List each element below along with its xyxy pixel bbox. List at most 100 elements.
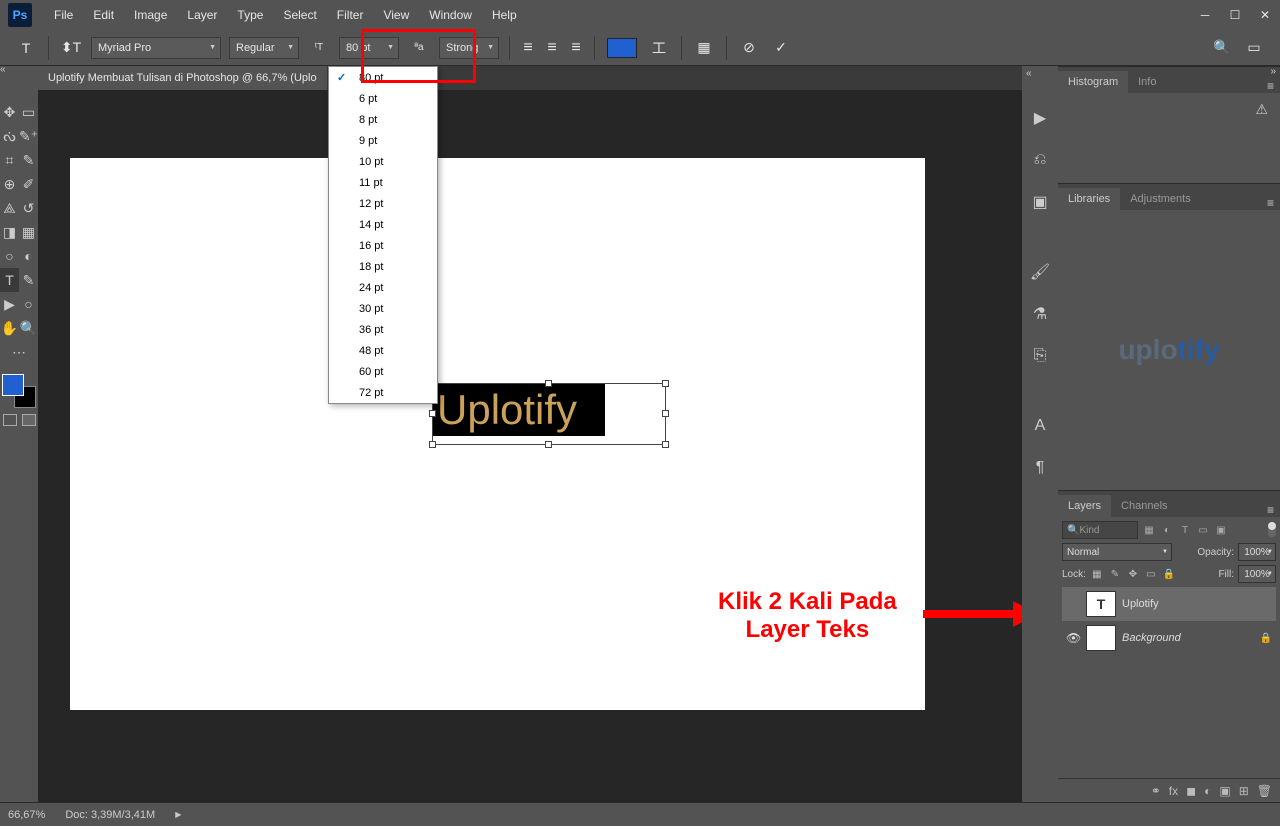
menu-edit[interactable]: Edit	[83, 8, 124, 22]
layer-style-icon[interactable]: fx	[1169, 784, 1178, 798]
play-icon[interactable]: ▶	[1027, 105, 1053, 131]
panel-menu-icon[interactable]: ≡	[1261, 196, 1280, 210]
move-tool[interactable]: ✥	[0, 100, 19, 124]
history-icon[interactable]: ⎌	[1027, 147, 1053, 173]
cancel-button[interactable]: ⊘	[737, 36, 761, 60]
size-option-30[interactable]: 30 pt	[329, 298, 437, 319]
quick-mask-on[interactable]	[22, 414, 36, 426]
clone-source-icon[interactable]: ⎘	[1027, 343, 1053, 369]
size-option-8[interactable]: 8 pt	[329, 109, 437, 130]
document-size[interactable]: Doc: 3,39M/3,41M	[65, 809, 155, 821]
layer-thumbnail[interactable]: T	[1086, 591, 1116, 617]
menu-help[interactable]: Help	[482, 8, 527, 22]
size-option-10[interactable]: 10 pt	[329, 151, 437, 172]
menu-layer[interactable]: Layer	[177, 8, 227, 22]
size-option-11[interactable]: 11 pt	[329, 172, 437, 193]
maximize-button[interactable]: ☐	[1220, 5, 1250, 25]
lasso-tool[interactable]: ᔔ	[0, 124, 19, 148]
font-family-dropdown[interactable]: Myriad Pro	[91, 37, 221, 59]
size-option-24[interactable]: 24 pt	[329, 277, 437, 298]
search-button[interactable]: 🔍	[1210, 36, 1234, 60]
blur-tool[interactable]: ○	[0, 244, 19, 268]
size-option-72[interactable]: 72 pt	[329, 382, 437, 403]
new-layer-icon[interactable]: ⊞	[1239, 784, 1249, 798]
healing-tool[interactable]: ⊕	[0, 172, 19, 196]
align-left-button[interactable]: ≡	[517, 37, 539, 59]
layer-item-background[interactable]: 👁 Background 🔒	[1062, 621, 1276, 655]
device-preview-icon[interactable]: ▣	[1027, 189, 1053, 215]
blend-mode-dropdown[interactable]: Normal	[1062, 543, 1172, 561]
font-size-dropdown[interactable]: 80 pt	[339, 37, 399, 59]
tab-adjustments[interactable]: Adjustments	[1120, 188, 1201, 210]
filter-smart-icon[interactable]: ▣	[1214, 523, 1228, 537]
quick-mask-off[interactable]	[3, 414, 17, 426]
adjustment-layer-icon[interactable]: ◐	[1204, 784, 1211, 798]
layer-mask-icon[interactable]: ◼	[1186, 784, 1196, 798]
workspace-button[interactable]: ▭	[1242, 36, 1266, 60]
layer-item-uplotify[interactable]: T Uplotify	[1062, 587, 1276, 621]
size-option-6[interactable]: 6 pt	[329, 88, 437, 109]
collapse-icon[interactable]: «	[0, 64, 6, 75]
character-icon[interactable]: A	[1027, 413, 1053, 439]
zoom-tool[interactable]: 🔍	[19, 316, 38, 340]
menu-image[interactable]: Image	[124, 8, 177, 22]
size-option-12[interactable]: 12 pt	[329, 193, 437, 214]
link-layers-icon[interactable]: ⚭	[1151, 784, 1161, 798]
opacity-input[interactable]: 100%	[1238, 543, 1276, 561]
filter-toggle[interactable]	[1268, 523, 1276, 537]
orientation-icon[interactable]: ⬍T	[59, 36, 83, 60]
align-center-button[interactable]: ≡	[541, 37, 563, 59]
lock-artboard-icon[interactable]: ▭	[1144, 567, 1158, 581]
document-tab[interactable]: Uplotify Membuat Tulisan di Photoshop @ …	[38, 66, 327, 90]
tab-info[interactable]: Info	[1128, 71, 1166, 93]
collapse-icon[interactable]: »	[1270, 66, 1276, 77]
tab-layers[interactable]: Layers	[1058, 495, 1111, 517]
brush-settings-icon[interactable]: ⚗	[1027, 301, 1053, 327]
menu-file[interactable]: File	[44, 8, 83, 22]
menu-view[interactable]: View	[373, 8, 419, 22]
pen-tool[interactable]: ✎	[19, 268, 38, 292]
lock-pixels-icon[interactable]: ✎	[1108, 567, 1122, 581]
layer-filter-dropdown[interactable]: 🔍 Kind	[1062, 521, 1138, 539]
filter-pixel-icon[interactable]: ▦	[1142, 523, 1156, 537]
stamp-tool[interactable]: ⟁	[0, 196, 19, 220]
size-option-80[interactable]: 80 pt	[329, 67, 437, 88]
type-tool[interactable]: T	[0, 268, 19, 292]
size-option-36[interactable]: 36 pt	[329, 319, 437, 340]
menu-type[interactable]: Type	[227, 8, 273, 22]
close-button[interactable]: ✕	[1250, 5, 1280, 25]
delete-layer-icon[interactable]: 🗑	[1257, 784, 1272, 798]
warp-text-button[interactable]: 工	[647, 36, 671, 60]
antialias-dropdown[interactable]: Strong	[439, 37, 499, 59]
commit-button[interactable]: ✓	[769, 36, 793, 60]
lock-position-icon[interactable]: ✥	[1126, 567, 1140, 581]
size-option-48[interactable]: 48 pt	[329, 340, 437, 361]
text-color-swatch[interactable]	[607, 38, 637, 58]
size-option-16[interactable]: 16 pt	[329, 235, 437, 256]
panel-menu-icon[interactable]: ≡	[1261, 79, 1280, 93]
dodge-tool[interactable]: ◐	[19, 244, 38, 268]
size-option-9[interactable]: 9 pt	[329, 130, 437, 151]
size-option-60[interactable]: 60 pt	[329, 361, 437, 382]
char-panel-button[interactable]: ▦	[692, 36, 716, 60]
lock-icon[interactable]: 🔒	[1260, 633, 1272, 644]
layer-thumbnail[interactable]	[1086, 625, 1116, 651]
history-brush-tool[interactable]: ↺	[19, 196, 38, 220]
foreground-color[interactable]	[2, 374, 24, 396]
canvas-text[interactable]: Uplotify	[433, 384, 605, 436]
hand-tool[interactable]: ✋	[0, 316, 19, 340]
path-select-tool[interactable]: ▶	[0, 292, 19, 316]
filter-adjust-icon[interactable]: ◐	[1160, 523, 1174, 537]
lock-transparency-icon[interactable]: ▦	[1090, 567, 1104, 581]
filter-shape-icon[interactable]: ▭	[1196, 523, 1210, 537]
font-style-dropdown[interactable]: Regular	[229, 37, 299, 59]
collapse-icon[interactable]: «	[1026, 68, 1032, 79]
brushes-icon[interactable]: 🖌	[1027, 259, 1053, 285]
tab-libraries[interactable]: Libraries	[1058, 188, 1120, 210]
text-transform-box[interactable]: Uplotify	[432, 383, 666, 445]
align-right-button[interactable]: ≡	[565, 37, 587, 59]
crop-tool[interactable]: ⌗	[0, 148, 19, 172]
menu-filter[interactable]: Filter	[327, 8, 374, 22]
quick-select-tool[interactable]: ✎⁺	[19, 124, 38, 148]
eraser-tool[interactable]: ◨	[0, 220, 19, 244]
